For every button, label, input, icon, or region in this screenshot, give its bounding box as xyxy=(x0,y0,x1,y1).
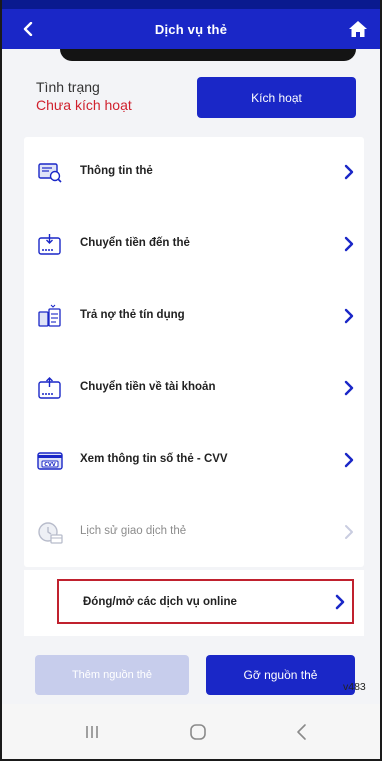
menu-item-credit-payment[interactable]: Trả nợ thẻ tín dụng xyxy=(24,281,364,353)
status-value: Chưa kích hoạt xyxy=(36,97,132,113)
menu-item-label: Chuyển tiền đến thẻ xyxy=(80,237,190,249)
page-title: Dịch vụ thẻ xyxy=(154,21,228,37)
transfer-to-card-icon xyxy=(38,234,61,255)
menu-item-label: Thông tin thẻ xyxy=(80,165,153,177)
chevron-right-icon xyxy=(344,380,354,396)
menu-item-label: Chuyển tiền về tài khoản xyxy=(80,381,216,393)
version-label: v483 xyxy=(343,681,366,693)
chevron-right-icon xyxy=(335,594,345,610)
credit-payment-icon xyxy=(38,304,61,327)
cvv-icon: CVV xyxy=(37,452,63,470)
status-bar xyxy=(2,0,380,9)
chevron-right-icon xyxy=(344,164,354,180)
online-services-button[interactable]: Đóng/mở các dịch vụ online xyxy=(57,579,354,624)
online-services-card: Đóng/mở các dịch vụ online xyxy=(24,570,364,636)
circle-home-icon[interactable] xyxy=(189,723,207,741)
menu-item-label: Lịch sử giao dịch thẻ xyxy=(80,525,187,537)
menu-item-transfer-to-card[interactable]: Chuyển tiền đến thẻ xyxy=(24,209,364,281)
menu-item-label: Xem thông tin số thẻ - CVV xyxy=(80,453,228,465)
service-menu: Thông tin thẻ Chuyển tiền đến thẻ Trả nợ… xyxy=(24,137,364,567)
chevron-right-icon xyxy=(344,236,354,252)
chevron-right-icon xyxy=(345,525,353,539)
bottom-actions: Thêm nguồn thẻ Gỡ nguồn thẻ v483 xyxy=(2,644,380,696)
system-nav-bar xyxy=(2,704,380,759)
remove-card-source-button[interactable]: Gỡ nguồn thẻ xyxy=(206,655,355,695)
card-status-row: Tình trạng Chưa kích hoạt Kích hoạt xyxy=(24,69,364,129)
add-card-source-button[interactable]: Thêm nguồn thẻ xyxy=(35,655,189,695)
recents-icon[interactable] xyxy=(84,724,100,740)
transfer-to-account-icon xyxy=(38,377,61,399)
menu-item-cvv[interactable]: CVV Xem thông tin số thẻ - CVV xyxy=(24,425,364,497)
status-label: Tình trạng xyxy=(36,79,100,95)
chevron-right-icon xyxy=(344,452,354,468)
home-button[interactable] xyxy=(344,15,372,43)
menu-item-label: Trả nợ thẻ tín dụng xyxy=(80,309,185,321)
chevron-left-icon xyxy=(23,22,33,36)
menu-item-card-info[interactable]: Thông tin thẻ xyxy=(24,137,364,209)
history-icon xyxy=(38,522,63,544)
chevron-right-icon xyxy=(344,308,354,324)
home-icon xyxy=(349,21,367,37)
activate-button[interactable]: Kích hoạt xyxy=(197,77,356,118)
svg-text:CVV: CVV xyxy=(44,462,56,468)
card-info-icon xyxy=(38,163,62,183)
screen: Dịch vụ thẻ Tình trạng Chưa kích hoạt Kí… xyxy=(0,0,382,761)
card-image-edge xyxy=(60,49,356,61)
menu-item-transaction-history[interactable]: Lịch sử giao dịch thẻ xyxy=(24,497,364,569)
back-arrow-icon[interactable] xyxy=(294,722,310,742)
menu-item-transfer-to-account[interactable]: Chuyển tiền về tài khoản xyxy=(24,353,364,425)
back-button[interactable] xyxy=(14,15,42,43)
app-header: Dịch vụ thẻ xyxy=(2,9,380,49)
online-services-label: Đóng/mở các dịch vụ online xyxy=(83,596,237,608)
